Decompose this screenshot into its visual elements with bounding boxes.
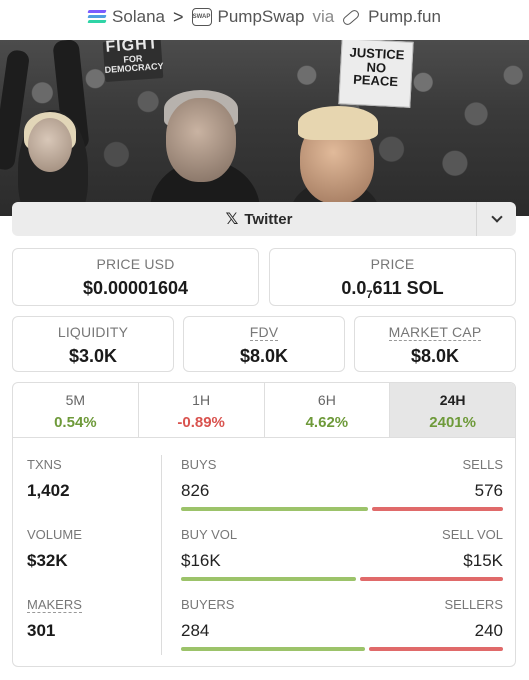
price-usd-label: PRICE USD (96, 256, 175, 272)
fdv-card: FDV $8.0K (183, 316, 345, 372)
person-right-hair (298, 106, 378, 140)
market-cap-card: MARKET CAP $8.0K (354, 316, 516, 372)
solana-icon (87, 10, 107, 24)
twitter-link[interactable]: 𝕏 Twitter (12, 209, 476, 229)
market-cap-value: $8.0K (410, 346, 460, 366)
person-center-face (166, 98, 236, 182)
tab-5m[interactable]: 5M 0.54% (13, 383, 139, 437)
stats-row-makers: MAKERS 301 BUYERS 284 SELLERS 240 (13, 577, 517, 651)
change-5m: 0.54% (54, 414, 97, 431)
chevron-down-icon (490, 211, 503, 223)
breadcrumb-dex[interactable]: PumpSwap (218, 7, 305, 27)
fdv-value: $8.0K (239, 346, 289, 366)
makers-ratio-bar (181, 647, 503, 651)
volume-label: VOLUME (27, 527, 82, 542)
market-cap-label[interactable]: MARKET CAP (355, 324, 515, 341)
breadcrumb-via: via (312, 7, 335, 26)
price-sol-label: PRICE (370, 256, 415, 272)
txns-label: TXNS (27, 457, 62, 472)
price-usd-value: $0.00001604 (82, 278, 189, 298)
sell-vol-label: SELL VOL (442, 527, 503, 542)
txns-value: 1,402 (27, 481, 70, 500)
buy-bar (181, 647, 365, 651)
person-left-face (28, 118, 72, 172)
tab-24h[interactable]: 24H 2401% (390, 383, 515, 437)
tab-6h[interactable]: 6H 4.62% (265, 383, 391, 437)
change-24h: 2401% (429, 414, 476, 431)
makers-value: 301 (27, 621, 56, 640)
sells-value: 576 (474, 481, 503, 500)
stats-panel: TXNS 1,402 BUYS 826 SELLS 576 VOLUME $32… (12, 437, 516, 667)
tab-1h[interactable]: 1H -0.89% (139, 383, 265, 437)
price-sol-card: PRICE 0.07611 SOL (269, 248, 516, 306)
buy-vol-value: $16K (181, 551, 221, 570)
liquidity-value: $3.0K (68, 346, 118, 366)
protest-sign-right: JUSTICE NO PEACE (338, 40, 414, 108)
change-6h: 4.62% (305, 414, 349, 431)
breadcrumb-chain[interactable]: Solana (112, 7, 165, 27)
chevron-right-icon: > (172, 6, 184, 27)
sell-bar (369, 647, 503, 651)
stats-row-volume: VOLUME $32K BUY VOL $16K SELL VOL $15K (13, 507, 517, 581)
breadcrumb-launchpad[interactable]: Pump.fun (368, 7, 441, 27)
breadcrumb: Solana > SWAP PumpSwap via Pump.fun (0, 0, 529, 34)
pill-icon (341, 7, 361, 27)
liquidity-card: LIQUIDITY $3.0K (12, 316, 174, 372)
social-dropdown-button[interactable] (476, 202, 516, 236)
buy-vol-label: BUY VOL (181, 527, 238, 542)
buyers-label: BUYERS (181, 597, 235, 612)
protest-sign-left: FIGHT FOR DEMOCRACY (102, 40, 164, 82)
liquidity-label: LIQUIDITY (57, 324, 129, 340)
fdv-label[interactable]: FDV (184, 324, 344, 341)
pumpswap-icon: SWAP (191, 8, 212, 26)
makers-label: MAKERS (27, 597, 82, 613)
sell-vol-value: $15K (463, 551, 503, 570)
buys-value: 826 (181, 481, 210, 500)
sells-label: SELLS (462, 457, 503, 472)
sellers-value: 240 (474, 621, 503, 640)
sellers-label: SELLERS (444, 597, 503, 612)
x-icon: 𝕏 (225, 211, 239, 228)
buys-label: BUYS (181, 457, 217, 472)
buyers-value: 284 (181, 621, 210, 640)
price-sol-value: 0.07611 SOL (341, 278, 444, 301)
twitter-label: Twitter (244, 210, 293, 228)
price-usd-card: PRICE USD $0.00001604 (12, 248, 259, 306)
timeframe-tabs: 5M 0.54% 1H -0.89% 6H 4.62% 24H 2401% (12, 382, 516, 438)
volume-value: $32K (27, 551, 68, 570)
social-links-bar: 𝕏 Twitter (12, 202, 516, 236)
stats-row-txns: TXNS 1,402 BUYS 826 SELLS 576 (13, 437, 517, 511)
change-1h: -0.89% (177, 414, 225, 431)
token-banner-image: FIGHT FOR DEMOCRACY JUSTICE NO PEACE (0, 40, 529, 216)
